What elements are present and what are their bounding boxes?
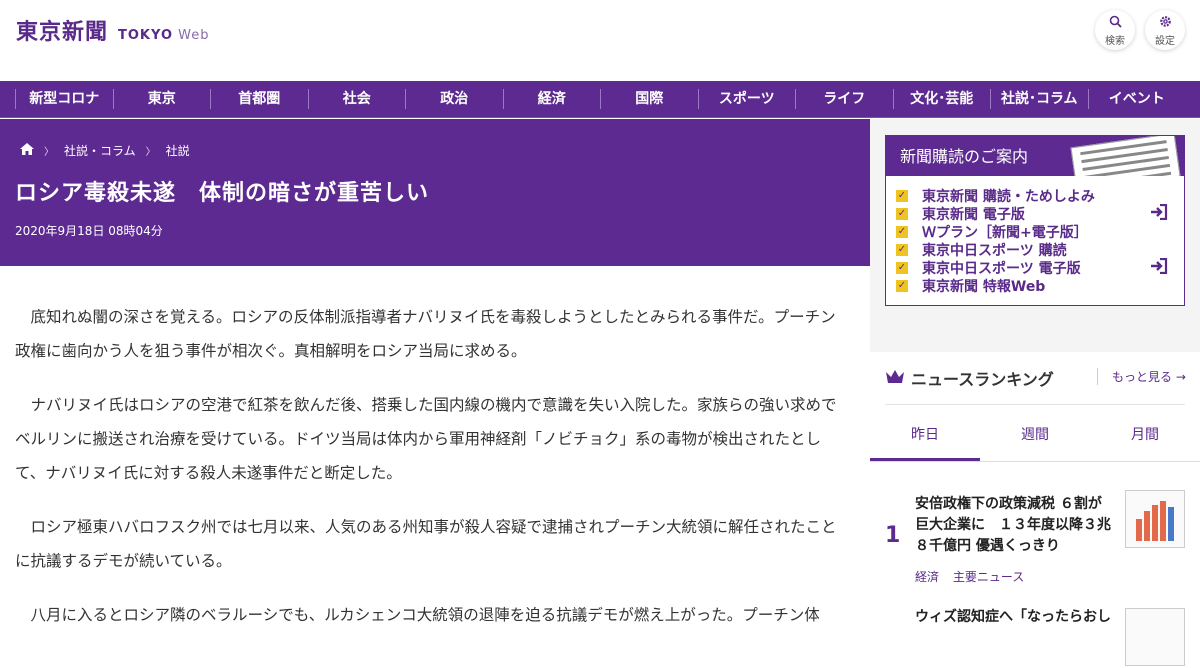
tab-yesterday[interactable]: 昨日: [870, 408, 980, 461]
nav-item-sports[interactable]: スポーツ: [697, 89, 796, 109]
more-link[interactable]: もっと見る →: [1097, 368, 1186, 385]
search-icon: [1095, 15, 1135, 31]
tag[interactable]: 経済: [915, 570, 939, 584]
ranking-heading: ニュースランキング: [885, 366, 1054, 390]
search-label: 検索: [1105, 36, 1125, 47]
tab-monthly[interactable]: 月間: [1090, 408, 1200, 461]
article-date: 2020年9月18日 08時04分: [15, 224, 163, 238]
subscription-item[interactable]: ✓ 東京新聞 電子版: [896, 203, 1184, 224]
nav-item-world[interactable]: 国際: [600, 89, 698, 109]
tag[interactable]: 主要ニュース: [953, 570, 1024, 584]
nav-item-tokyo[interactable]: 東京: [112, 89, 211, 109]
article-paragraph: 底知れぬ闇の深さを覚える。ロシアの反体制派指導者ナバリヌイ氏を毒殺しようとしたと…: [15, 308, 836, 360]
nav-item-culture[interactable]: 文化･芸能: [892, 89, 991, 109]
article-thumbnail[interactable]: [1125, 608, 1185, 666]
nav-item-editorial[interactable]: 社説･コラム: [990, 89, 1088, 109]
breadcrumb: 〉 社説・コラム 〉 社説: [20, 142, 190, 159]
settings-label: 設定: [1155, 36, 1175, 47]
article-title: ロシア毒殺未遂 体制の暗さが重苦しい: [15, 181, 430, 206]
newspaper-illustration: [1070, 136, 1181, 176]
login-icon[interactable]: [1150, 203, 1168, 224]
gear-icon: [1145, 15, 1185, 31]
ranking-item[interactable]: 1 安倍政権下の政策減税 ６割が巨大企業に １３年度以降３兆８千億円 優遇くっき…: [885, 490, 1185, 590]
ranking-tabs: 昨日 週間 月間: [870, 408, 1200, 462]
check-icon: ✓: [896, 262, 908, 274]
ranking-item[interactable]: ウィズ認知症へ「なったらおし: [885, 608, 1185, 668]
article-thumbnail[interactable]: [1125, 490, 1185, 548]
category-nav: 新型コロナ 東京 首都圏 社会 政治 経済 国際 スポーツ ライフ 文化･芸能 …: [0, 81, 1200, 118]
nav-item-corona[interactable]: 新型コロナ: [15, 89, 113, 109]
article-paragraph: 八月に入るとロシア隣のベラルーシでも、ルカシェンコ大統領の退陣を迫る抗議デモが燃…: [30, 606, 820, 624]
check-icon: ✓: [896, 280, 908, 292]
login-icon[interactable]: [1150, 257, 1168, 278]
breadcrumb-editorial-column[interactable]: 社説・コラム: [64, 142, 136, 159]
logo-english: TOKYO Web: [118, 28, 210, 43]
site-header: 東京新聞 TOKYO Web 検索 設定: [0, 0, 1200, 70]
ranking-number: 1: [885, 523, 901, 548]
logo-japanese: 東京新聞: [16, 19, 109, 45]
article-body: 底知れぬ闇の深さを覚える。ロシアの反体制派指導者ナバリヌイ氏を毒殺しようとしたと…: [15, 300, 850, 652]
nav-item-metro[interactable]: 首都圏: [210, 89, 308, 109]
article-paragraph: ロシア極東ハバロフスク州では七月以来、人気のある州知事が殺人容疑で逮捕されプーチ…: [15, 518, 837, 570]
check-icon: ✓: [896, 208, 908, 220]
sidebar: 新聞購読のご案内 ✓ 東京新聞 購読・ためしよみ ✓ 東京新聞 電子版 ✓ Ｗプラン［…: [870, 119, 1200, 666]
tab-weekly[interactable]: 週間: [980, 408, 1090, 461]
divider: [885, 404, 1185, 405]
subscription-item[interactable]: ✓ 東京新聞 特報Web: [896, 277, 1184, 295]
nav-item-life[interactable]: ライフ: [795, 89, 893, 109]
settings-button[interactable]: 設定: [1145, 10, 1185, 50]
subscription-item[interactable]: ✓ 東京中日スポーツ 電子版: [896, 257, 1184, 278]
ranking-item-title[interactable]: ウィズ認知症へ「なったらおし: [915, 607, 1115, 628]
subscription-item[interactable]: ✓ Ｗプラン［新聞+電子版］: [896, 223, 1184, 241]
subscription-item[interactable]: ✓ 東京中日スポーツ 購読: [896, 241, 1184, 259]
breadcrumb-editorial[interactable]: 社説: [166, 142, 190, 159]
home-icon[interactable]: [20, 143, 34, 158]
check-icon: ✓: [896, 244, 908, 256]
chevron-right-icon: 〉: [145, 147, 156, 158]
ranking-item-title[interactable]: 安倍政権下の政策減税 ６割が巨大企業に １３年度以降３兆８千億円 優遇くっきり: [915, 494, 1115, 557]
subscription-header[interactable]: 新聞購読のご案内: [886, 136, 1184, 176]
nav-item-society[interactable]: 社会: [307, 89, 406, 109]
nav-item-economy[interactable]: 経済: [502, 89, 601, 109]
check-icon: ✓: [896, 190, 908, 202]
ranking-tags: 経済 主要ニュース: [915, 568, 1034, 585]
subscription-box: 新聞購読のご案内 ✓ 東京新聞 購読・ためしよみ ✓ 東京新聞 電子版 ✓ Ｗプラン［…: [885, 135, 1185, 306]
search-button[interactable]: 検索: [1095, 10, 1135, 50]
crown-icon: [885, 368, 905, 389]
chevron-right-icon: 〉: [44, 147, 54, 158]
check-icon: ✓: [896, 226, 908, 238]
article-header: 〉 社説・コラム 〉 社説 ロシア毒殺未遂 体制の暗さが重苦しい 2020年9月…: [0, 119, 870, 266]
arrow-right-icon: →: [1175, 370, 1186, 384]
subscription-list: ✓ 東京新聞 購読・ためしよみ ✓ 東京新聞 電子版 ✓ Ｗプラン［新聞+電子版］ ✓…: [886, 176, 1184, 295]
nav-item-events[interactable]: イベント: [1087, 89, 1186, 109]
article-paragraph: ナバリヌイ氏はロシアの空港で紅茶を飲んだ後、搭乗した国内線の機内で意識を失い入院…: [15, 396, 837, 482]
ranking-title: ニュースランキング: [911, 370, 1054, 389]
site-logo[interactable]: 東京新聞 TOKYO Web: [16, 14, 210, 46]
nav-item-politics[interactable]: 政治: [405, 89, 503, 109]
subscription-title: 新聞購読のご案内: [900, 147, 1029, 166]
news-ranking: ニュースランキング もっと見る → 昨日 週間 月間 1 安倍政権下の政策減税 …: [870, 352, 1200, 666]
subscription-item[interactable]: ✓ 東京新聞 購読・ためしよみ: [896, 187, 1184, 205]
